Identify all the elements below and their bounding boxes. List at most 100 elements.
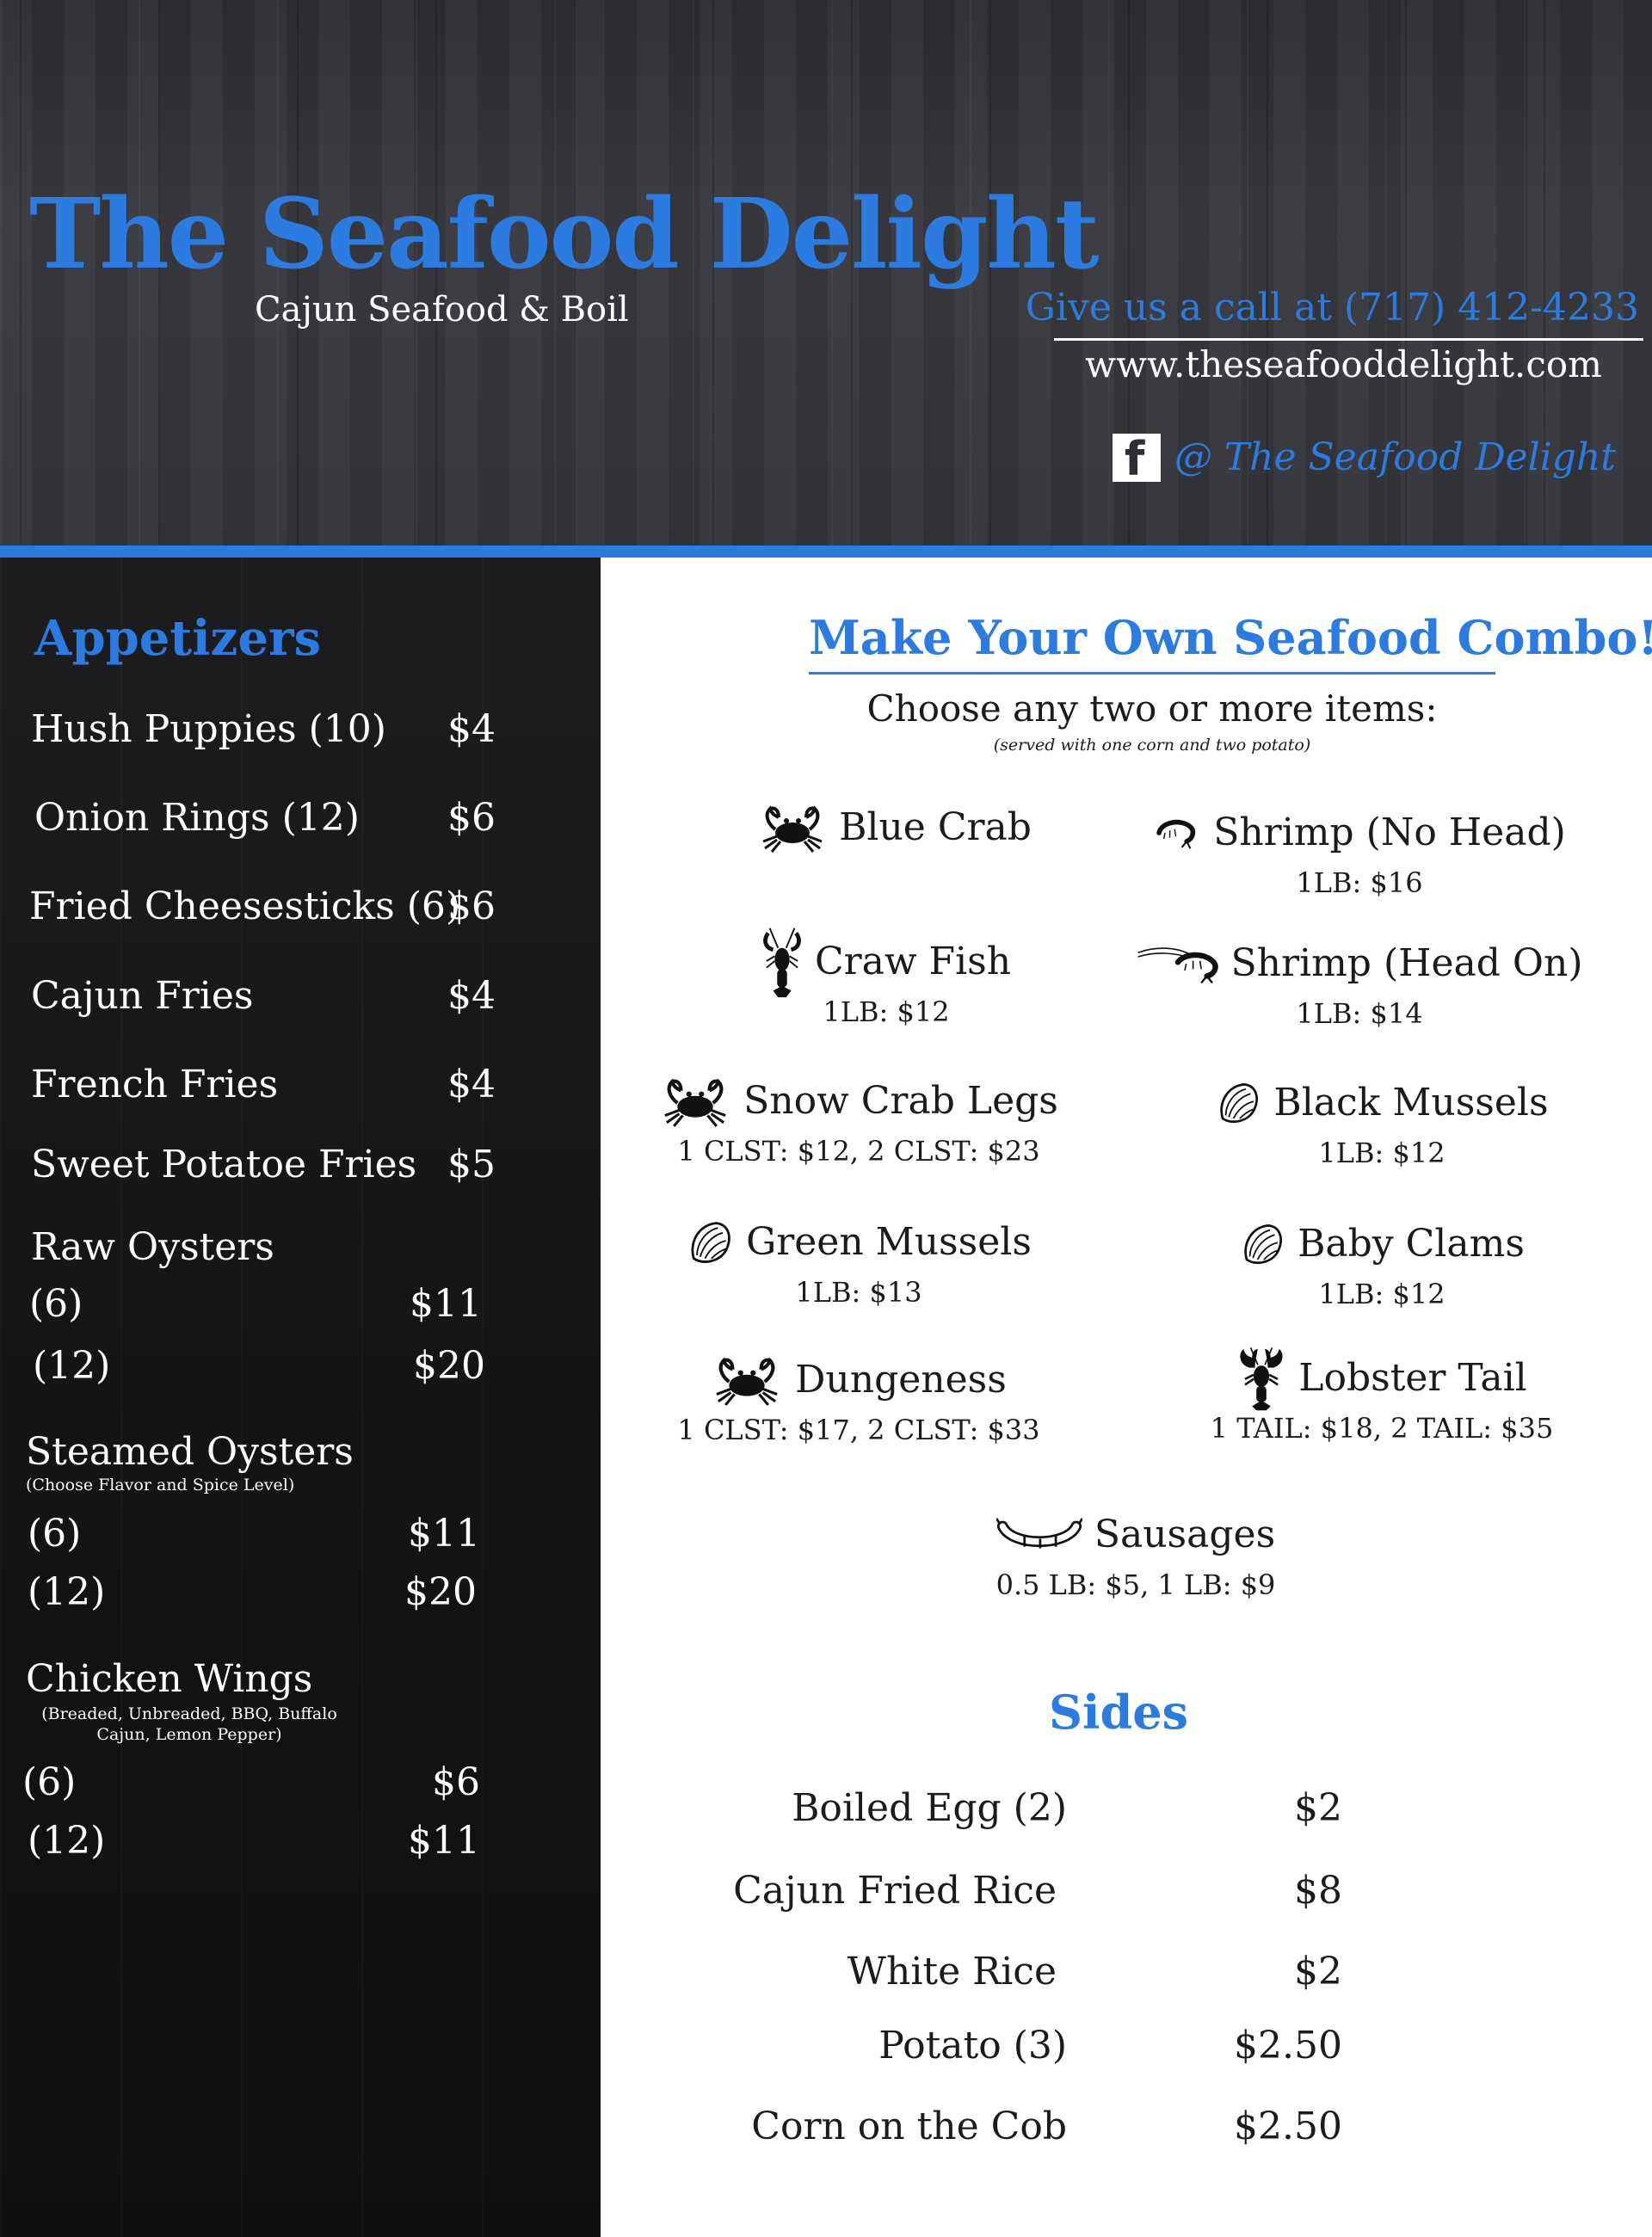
shrimp-icon — [1153, 814, 1201, 852]
item-price: 0.5 LB: $5, 1 LB: $9 — [996, 1568, 1276, 1601]
menu-item: (6) $11 — [28, 1508, 480, 1560]
raw-oysters-heading: Raw Oysters — [31, 1225, 274, 1269]
sides-heading: Sides — [1048, 1685, 1189, 1740]
item-name: Blue Crab — [839, 805, 1032, 849]
item-price: $20 — [404, 1570, 477, 1614]
item-price: $11 — [408, 1819, 480, 1863]
item-name: Fried Cheesesticks (6) — [29, 884, 461, 928]
combo-item-dungeness: Dungeness 1 CLST: $17, 2 CLST: $33 — [618, 1349, 1100, 1449]
combo-item-craw-fish: Craw Fish 1LB: $12 — [645, 931, 1127, 1031]
appetizers-heading: Appetizers — [34, 610, 321, 667]
item-price: $4 — [447, 974, 496, 1018]
restaurant-name: The Seafood Delight — [29, 178, 1100, 291]
item-price: 1LB: $12 — [823, 995, 950, 1028]
item-name: Sausages — [1094, 1513, 1276, 1556]
item-qty: (6) — [28, 1512, 82, 1556]
combo-item-blue-crab: Blue Crab — [654, 797, 1136, 859]
item-price: $6 — [447, 884, 496, 928]
item-price: 1LB: $12 — [1318, 1278, 1446, 1310]
mussel-icon — [686, 1218, 734, 1266]
side-item: Potato (3) $2.50 — [774, 2018, 1549, 2074]
crawfish-icon — [761, 925, 803, 999]
side-price: $8 — [1294, 1869, 1342, 1913]
item-name: Lobster Tail — [1298, 1356, 1527, 1400]
item-name: Sweet Potatoe Fries — [31, 1143, 417, 1186]
facebook-icon: f — [1112, 432, 1161, 486]
item-qty: (12) — [28, 1819, 106, 1863]
mussel-icon — [1215, 1080, 1261, 1126]
menu-item: Sweet Potatoe Fries $5 — [31, 1139, 496, 1191]
menu-item: (6) $11 — [29, 1279, 482, 1330]
header-accent-stripe — [0, 545, 1652, 558]
combo-item-baby-clams: Baby Clams 1LB: $12 — [1141, 1213, 1623, 1313]
item-price: $20 — [413, 1344, 485, 1388]
side-name: Potato (3) — [878, 2024, 1067, 2068]
side-price: $2.50 — [1234, 2024, 1342, 2068]
item-name: Green Mussels — [746, 1220, 1032, 1264]
combo-served-note: (served with one corn and two potato) — [993, 736, 1311, 755]
facebook-handle: @ The Seafood Delight — [1174, 435, 1616, 479]
item-price: 1LB: $14 — [1296, 997, 1423, 1030]
item-price: 1LB: $12 — [1318, 1137, 1446, 1169]
item-price: $4 — [447, 707, 496, 751]
item-name: Dungeness — [795, 1358, 1007, 1402]
shrimp-head-icon — [1137, 941, 1219, 986]
item-name: Black Mussels — [1273, 1081, 1549, 1125]
sausage-icon — [996, 1515, 1082, 1555]
side-item: Cajun Fried Rice $8 — [733, 1864, 1549, 1919]
item-name: Hush Puppies (10) — [31, 707, 386, 751]
website-link[interactable]: www.theseafooddelight.com — [983, 341, 1602, 389]
item-name: Shrimp (No Head) — [1213, 810, 1566, 854]
lobster-icon — [1236, 1346, 1286, 1411]
side-name: White Rice — [847, 1950, 1057, 1994]
item-qty: (6) — [22, 1760, 77, 1804]
steamed-oysters-note: (Choose Flavor and Spice Level) — [26, 1476, 295, 1494]
side-price: $2 — [1294, 1786, 1342, 1830]
phone-line[interactable]: Give us a call at (717) 412-4233 — [1020, 284, 1639, 332]
combo-item-sausages: Sausages 0.5 LB: $5, 1 LB: $9 — [860, 1504, 1411, 1604]
item-price: $11 — [410, 1282, 482, 1326]
combo-item-snow-crab-legs: Snow Crab Legs 1 CLST: $12, 2 CLST: $23 — [618, 1070, 1100, 1170]
combo-item-shrimp-head-on: Shrimp (Head On) 1LB: $14 — [1119, 933, 1600, 1032]
menu-item: (6) $6 — [22, 1757, 480, 1809]
menu-item: Hush Puppies (10) $4 — [31, 704, 496, 755]
item-price: 1 CLST: $17, 2 CLST: $33 — [677, 1414, 1040, 1446]
side-name: Boiled Egg (2) — [792, 1786, 1067, 1830]
menu-item: Onion Rings (12) $6 — [34, 792, 499, 844]
item-name: Craw Fish — [814, 940, 1012, 983]
item-name: Shrimp (Head On) — [1230, 941, 1583, 985]
side-item: Corn on the Cob $2.50 — [751, 2099, 1549, 2154]
item-price: 1LB: $16 — [1296, 866, 1423, 899]
item-name: Cajun Fries — [31, 974, 254, 1018]
chicken-wings-note: (Breaded, Unbreaded, BBQ, Buffalo Cajun,… — [41, 1704, 337, 1744]
appetizers-panel: Appetizers Hush Puppies (10) $4 Onion Ri… — [0, 558, 601, 2237]
item-name: Snow Crab Legs — [743, 1079, 1058, 1123]
menu-item: Fried Cheesesticks (6) $6 — [29, 881, 496, 933]
side-price: $2.50 — [1234, 2105, 1342, 2148]
item-price: $4 — [447, 1063, 496, 1106]
menu-item: Cajun Fries $4 — [31, 971, 496, 1022]
side-name: Corn on the Cob — [751, 2105, 1067, 2148]
item-qty: (6) — [29, 1282, 83, 1326]
menu-item: (12) $20 — [28, 1567, 477, 1618]
menu-item: (12) $11 — [28, 1815, 480, 1867]
combo-heading-underline — [809, 672, 1495, 675]
facebook-letter: f — [1124, 432, 1145, 486]
side-item: Boiled Egg (2) $2 — [774, 1781, 1549, 1836]
menu-item: (12) $20 — [33, 1340, 485, 1392]
menu-item: French Fries $4 — [31, 1059, 496, 1111]
header-banner: The Seafood Delight Cajun Seafood & Boil… — [0, 0, 1652, 545]
restaurant-tagline: Cajun Seafood & Boil — [255, 290, 629, 330]
crab-icon — [659, 1075, 731, 1128]
steamed-oysters-heading: Steamed Oysters — [26, 1430, 354, 1474]
combo-heading: Make Your Own Seafood Combo! — [809, 610, 1652, 665]
facebook-link[interactable]: f @ The Seafood Delight — [1112, 430, 1616, 486]
side-name: Cajun Fried Rice — [733, 1869, 1057, 1913]
chicken-wings-heading: Chicken Wings — [26, 1657, 313, 1701]
item-qty: (12) — [28, 1570, 106, 1614]
clam-icon — [1239, 1221, 1285, 1267]
item-name: Onion Rings (12) — [34, 796, 360, 840]
item-price: $5 — [447, 1143, 496, 1186]
crab-icon — [758, 802, 827, 854]
combo-item-lobster-tail: Lobster Tail 1 TAIL: $18, 2 TAIL: $35 — [1141, 1347, 1623, 1447]
